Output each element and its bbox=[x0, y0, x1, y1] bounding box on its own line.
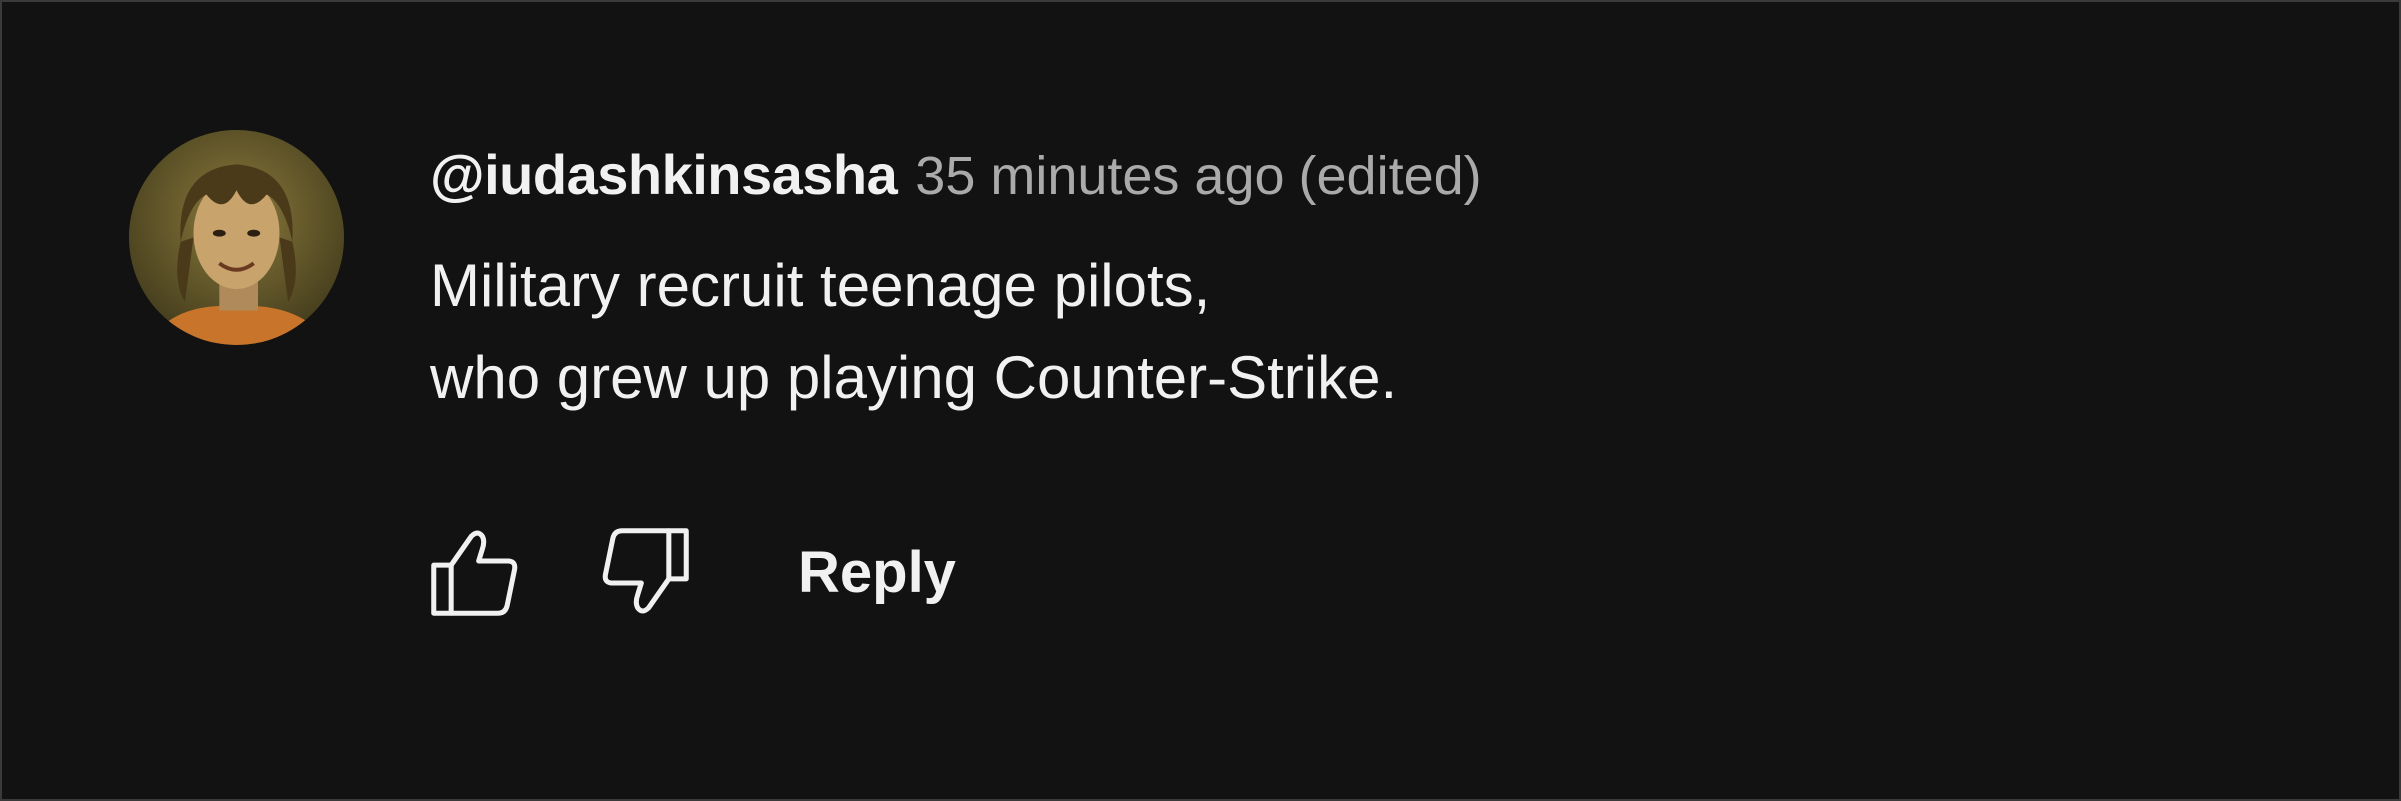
author-name[interactable]: @iudashkinsasha bbox=[430, 142, 898, 207]
thumbs-up-icon bbox=[431, 530, 518, 616]
comment-text: Military recruit teenage pilots, who gre… bbox=[430, 240, 2330, 424]
comment-line: Military recruit teenage pilots, bbox=[430, 252, 1211, 319]
thumbs-down-icon bbox=[602, 528, 689, 614]
avatar[interactable] bbox=[129, 130, 344, 345]
timestamp[interactable]: 35 minutes ago bbox=[915, 146, 1284, 206]
comment-actions: Reply bbox=[420, 522, 964, 622]
dislike-button[interactable] bbox=[590, 522, 700, 622]
comment: @iudashkinsasha 35 minutes ago (edited) M… bbox=[430, 142, 2330, 424]
avatar-image bbox=[129, 130, 344, 345]
reply-button[interactable]: Reply bbox=[790, 539, 964, 606]
comment-header: @iudashkinsasha 35 minutes ago (edited) bbox=[430, 142, 2330, 226]
comment-card: @iudashkinsasha 35 minutes ago (edited) M… bbox=[0, 0, 2401, 801]
comment-meta: 35 minutes ago (edited) bbox=[915, 145, 1481, 207]
edited-label: (edited) bbox=[1298, 146, 1482, 206]
like-button[interactable] bbox=[420, 522, 530, 622]
comment-line: who grew up playing Counter-Strike. bbox=[430, 344, 1398, 411]
